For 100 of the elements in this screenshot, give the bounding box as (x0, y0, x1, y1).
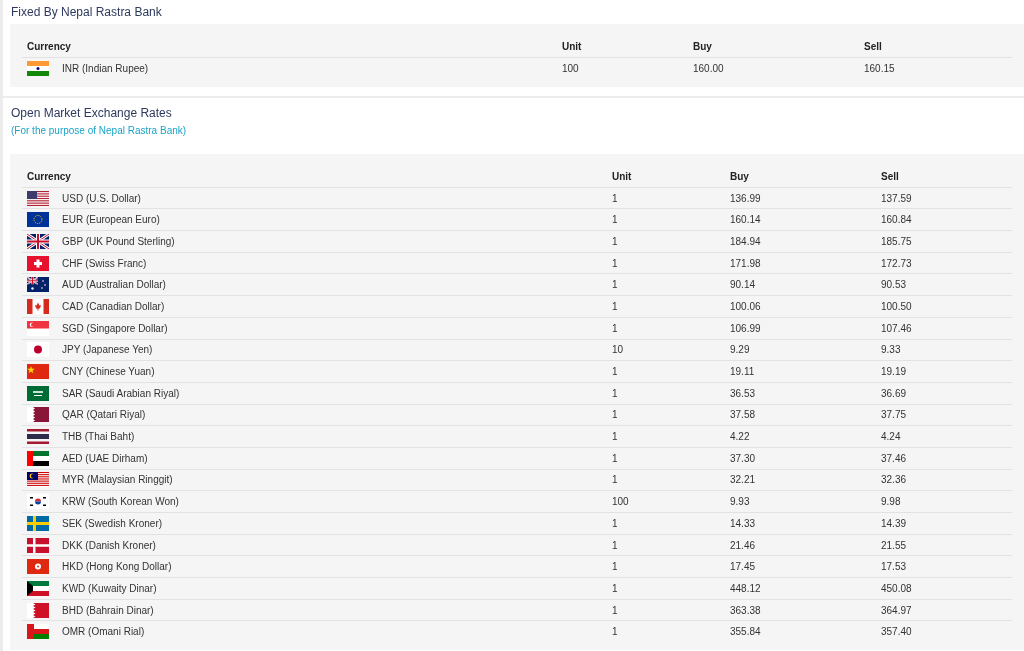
buy-rate-cell-text: 448.12 (730, 581, 762, 596)
unit-cell-text: 1 (612, 213, 619, 228)
currency-name: CAD (Canadian Dollar) (62, 299, 165, 314)
unit-cell-text: 1 (612, 408, 619, 423)
usa-flag-icon (27, 190, 49, 206)
singapore-flag-icon (27, 320, 49, 336)
unit-cell-text: 1 (612, 299, 619, 314)
buy-rate-cell-text: 14.33 (730, 516, 757, 531)
unit-cell-text: 100 (612, 495, 630, 510)
unit-cell-text: 1 (612, 625, 619, 640)
unit-cell-text: 1 (612, 473, 619, 488)
unit-cell-text: 1 (612, 538, 619, 553)
unit-cell-text: 1 (612, 386, 619, 401)
sell-rate-cell-text: 4.24 (881, 430, 902, 445)
column-header: Currency (27, 169, 72, 184)
oman-flag-icon (27, 624, 49, 640)
currency-name: AUD (Australian Dollar) (62, 278, 166, 293)
sell-rate-cell-text: 32.36 (881, 473, 908, 488)
currency-name: KWD (Kuwaity Dinar) (62, 581, 157, 596)
bahrain-flag-icon (27, 602, 49, 618)
unit-cell-text: 100 (562, 61, 580, 76)
currency-name: JPY (Japanese Yen) (62, 343, 153, 358)
saudi-flag-icon (27, 385, 49, 401)
section-subtitle: (For the purpose of Nepal Rastra Bank) (11, 123, 188, 138)
sell-rate-cell-text: 364.97 (881, 603, 913, 618)
currency-name: SAR (Saudi Arabian Riyal) (62, 386, 180, 401)
kuwait-flag-icon (27, 580, 49, 596)
sell-rate-cell-text: 172.73 (881, 256, 913, 271)
currency-name: QAR (Qatari Riyal) (62, 408, 146, 423)
column-header: Buy (693, 40, 713, 54)
sell-rate-cell-text: 185.75 (881, 234, 913, 249)
australia-flag-icon (27, 277, 49, 293)
swiss-flag-icon (27, 255, 49, 271)
sell-rate-cell-text: 9.33 (881, 343, 902, 358)
unit-cell-text: 1 (612, 256, 619, 271)
currency-name: MYR (Malaysian Ringgit) (62, 473, 173, 488)
sell-rate-cell-text: 37.46 (881, 451, 908, 466)
column-header: Unit (612, 169, 633, 184)
malaysia-flag-icon (27, 472, 49, 488)
currency-name: OMR (Omani Rial) (62, 625, 145, 640)
unit-cell-text: 1 (612, 603, 619, 618)
sell-rate-cell-text: 450.08 (881, 581, 913, 596)
buy-rate-cell-text: 9.29 (730, 343, 751, 358)
sell-rate-cell-text: 14.39 (881, 516, 908, 531)
china-flag-icon (27, 364, 49, 380)
column-header: Buy (730, 169, 750, 184)
buy-rate-cell-text: 9.93 (730, 495, 751, 510)
sell-rate-cell-text: 90.53 (881, 278, 908, 293)
currency-name: BHD (Bahrain Dinar) (62, 603, 154, 618)
buy-rate-cell-text: 136.99 (730, 191, 762, 206)
hong-kong-flag-icon (27, 559, 49, 575)
sell-rate-cell-text: 160.84 (881, 213, 913, 228)
buy-rate-cell-text: 17.45 (730, 560, 757, 575)
buy-rate-cell-text: 32.21 (730, 473, 757, 488)
india-flag-icon (27, 60, 49, 76)
canada-flag-icon (27, 298, 49, 314)
unit-cell-text: 1 (612, 516, 619, 531)
unit-cell-text: 1 (612, 321, 619, 336)
buy-rate-cell-text: 160.00 (693, 61, 725, 76)
buy-rate-cell-text: 100.06 (730, 299, 762, 314)
sell-rate-cell-text: 36.69 (881, 386, 908, 401)
uk-flag-icon (27, 233, 49, 249)
unit-cell-text: 10 (612, 343, 625, 358)
buy-rate-cell-text: 37.30 (730, 451, 757, 466)
unit-cell-text: 1 (612, 191, 619, 206)
unit-cell-text: 1 (612, 581, 619, 596)
unit-cell-text: 1 (612, 560, 619, 575)
buy-rate-cell-text: 363.38 (730, 603, 762, 618)
currency-name: KRW (South Korean Won) (62, 495, 179, 510)
unit-cell-text: 1 (612, 451, 619, 466)
currency-name: INR (Indian Rupee) (62, 61, 149, 76)
column-header: Currency (27, 40, 72, 54)
currency-name: CHF (Swiss Franc) (62, 256, 147, 271)
sell-rate-cell-text: 19.19 (881, 365, 908, 380)
column-header: Sell (864, 40, 883, 54)
korea-flag-icon (27, 494, 49, 510)
unit-cell-text: 1 (612, 234, 619, 249)
unit-cell-text: 1 (612, 430, 619, 445)
currency-name: HKD (Hong Kong Dollar) (62, 560, 172, 575)
currency-name: THB (Thai Baht) (62, 430, 135, 445)
currency-name: DKK (Danish Kroner) (62, 538, 156, 553)
buy-rate-cell-text: 106.99 (730, 321, 762, 336)
sell-rate-cell-text: 21.55 (881, 538, 908, 553)
sell-rate-cell-text: 137.59 (881, 191, 913, 206)
currency-name: CNY (Chinese Yuan) (62, 365, 155, 380)
qatar-flag-icon (27, 407, 49, 423)
buy-rate-cell-text: 4.22 (730, 430, 751, 445)
currency-name: SEK (Swedish Kroner) (62, 516, 163, 531)
sweden-flag-icon (27, 515, 49, 531)
section-title: Open Market Exchange Rates (11, 104, 173, 122)
sell-rate-cell-text: 357.40 (881, 625, 913, 640)
buy-rate-cell-text: 37.58 (730, 408, 757, 423)
currency-name: SGD (Singapore Dollar) (62, 321, 168, 336)
column-header: Unit (562, 40, 583, 54)
section-title: Fixed By Nepal Rastra Bank (11, 4, 162, 21)
currency-name: AED (UAE Dirham) (62, 451, 148, 466)
currency-name: USD (U.S. Dollar) (62, 191, 141, 206)
buy-rate-cell-text: 90.14 (730, 278, 757, 293)
buy-rate-cell-text: 21.46 (730, 538, 757, 553)
sell-rate-cell-text: 100.50 (881, 299, 913, 314)
